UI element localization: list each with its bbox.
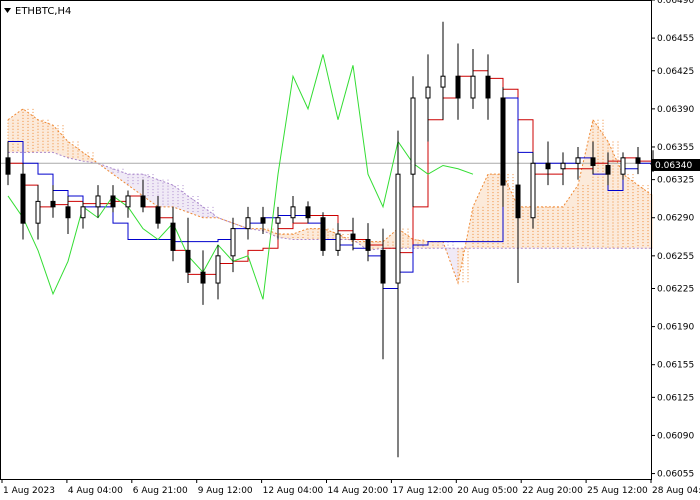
candle-body	[260, 217, 266, 224]
cloud-segment	[53, 125, 68, 158]
cloud-segment	[593, 119, 608, 249]
x-tick-label: 1 Aug 2023	[3, 486, 55, 496]
candle-body	[20, 173, 26, 224]
candle-body	[620, 157, 626, 175]
y-tick-label: 0.06225	[657, 284, 694, 294]
cloud-segment	[23, 108, 38, 153]
chikou-span-line	[7, 54, 474, 300]
candle-body	[635, 157, 641, 164]
candle-body	[590, 157, 596, 166]
candle-body	[530, 162, 536, 219]
candle-body	[290, 206, 296, 219]
cloud-segment	[38, 119, 53, 153]
cloud-segment	[8, 108, 23, 153]
indicator-lines	[7, 54, 654, 300]
cloud-segment	[128, 174, 143, 196]
candle-body	[320, 217, 326, 251]
cloud-segment	[173, 185, 188, 213]
candle-body	[470, 75, 476, 99]
candle-body	[410, 97, 416, 175]
dropdown-triangle-icon[interactable]	[4, 8, 11, 13]
cloud-segment	[113, 168, 128, 186]
x-tick-label: 14 Aug 20:00	[328, 486, 389, 496]
y-tick-label: 0.06390	[657, 105, 694, 115]
y-tick-label: 0.06355	[657, 143, 694, 153]
y-tick-label: 0.06455	[657, 34, 694, 44]
candle-body	[500, 97, 506, 186]
y-tick-label: 0.06155	[657, 361, 694, 371]
chart-title-text: ETHBTC,H4	[15, 6, 71, 17]
ichimoku-cloud	[7, 108, 654, 285]
chart-title: ETHBTC,H4	[4, 6, 71, 17]
y-tick-label: 0.06290	[657, 214, 694, 224]
candle-body	[110, 195, 116, 208]
candle-body	[350, 233, 356, 241]
x-axis-ticks: 1 Aug 2023 4 Aug 04:00 6 Aug 21:00 9 Aug 12…	[1, 479, 700, 496]
candle-body	[335, 233, 341, 251]
candle-body	[545, 162, 551, 170]
y-tick-label: 0.06255	[657, 252, 694, 262]
x-tick-label: 28 Aug 04:00	[652, 486, 700, 496]
cloud-segment	[563, 185, 578, 249]
cloud-segment	[68, 141, 83, 162]
x-tick-label: 12 Aug 04:00	[263, 486, 324, 496]
candle-body	[170, 222, 176, 251]
senkou-span-line	[7, 108, 654, 285]
ethbtc-chart: 0.06490 0.06455 0.06425 0.06390 0.06355 0.063…	[0, 0, 700, 496]
candle-body	[275, 217, 281, 224]
candle-body	[380, 249, 386, 284]
candle-body	[575, 157, 581, 164]
cloud-segment	[623, 174, 638, 249]
y-tick-label: 0.06425	[657, 67, 694, 77]
x-tick-label: 20 Aug 05:00	[457, 486, 518, 496]
x-tick-label: 4 Aug 04:00	[68, 486, 123, 496]
y-tick-label: 0.06055	[657, 470, 694, 480]
y-tick-label: 0.06125	[657, 393, 694, 403]
y-tick-label: 0.06490	[657, 0, 694, 6]
candle-body	[155, 206, 161, 224]
candle-body	[245, 217, 251, 230]
candle-body	[95, 195, 101, 208]
x-tick-label: 22 Aug 20:00	[522, 486, 583, 496]
cloud-segment	[473, 174, 488, 249]
current-price-text: 0.06340	[655, 161, 692, 171]
candle-body	[215, 255, 221, 284]
current-price-label: 0.06340	[652, 159, 700, 171]
candle-body	[305, 206, 311, 219]
candle-body	[605, 164, 611, 175]
candle-body	[35, 200, 41, 224]
x-tick-label: 9 Aug 12:00	[198, 486, 253, 496]
candle-body	[80, 206, 86, 219]
candle-body	[395, 173, 401, 284]
candle-body	[230, 228, 236, 257]
cloud-segment	[548, 206, 563, 249]
cloud-segment	[428, 241, 443, 249]
candle-body	[365, 239, 371, 251]
candle-body	[140, 195, 146, 208]
x-tick-label: 25 Aug 12:00	[587, 486, 648, 496]
candle-body	[65, 206, 71, 219]
candle-body	[440, 75, 446, 88]
y-tick-label: 0.06190	[657, 323, 694, 333]
y-tick-label: 0.06325	[657, 176, 694, 186]
candle-body	[515, 184, 521, 219]
cloud-segment	[158, 179, 173, 207]
cloud-segment	[293, 228, 308, 240]
candle-body	[560, 162, 566, 170]
candle-body	[425, 86, 431, 99]
kijun-sen-line	[8, 97, 653, 289]
y-tick-label: 0.06090	[657, 431, 694, 441]
candle-body	[455, 75, 461, 99]
candle-body	[485, 75, 491, 99]
cloud-segment	[188, 195, 203, 218]
y-axis-ticks: 0.06490 0.06455 0.06425 0.06390 0.06355 0.063…	[651, 0, 694, 480]
x-tick-label: 6 Aug 21:00	[133, 486, 188, 496]
x-tick-label: 17 Aug 12:00	[392, 486, 453, 496]
candle-body	[125, 195, 131, 208]
candle-body	[5, 157, 11, 175]
candle-body	[200, 271, 206, 284]
candle-body	[50, 200, 56, 208]
cloud-segment	[578, 119, 593, 249]
candle-body	[185, 249, 191, 273]
